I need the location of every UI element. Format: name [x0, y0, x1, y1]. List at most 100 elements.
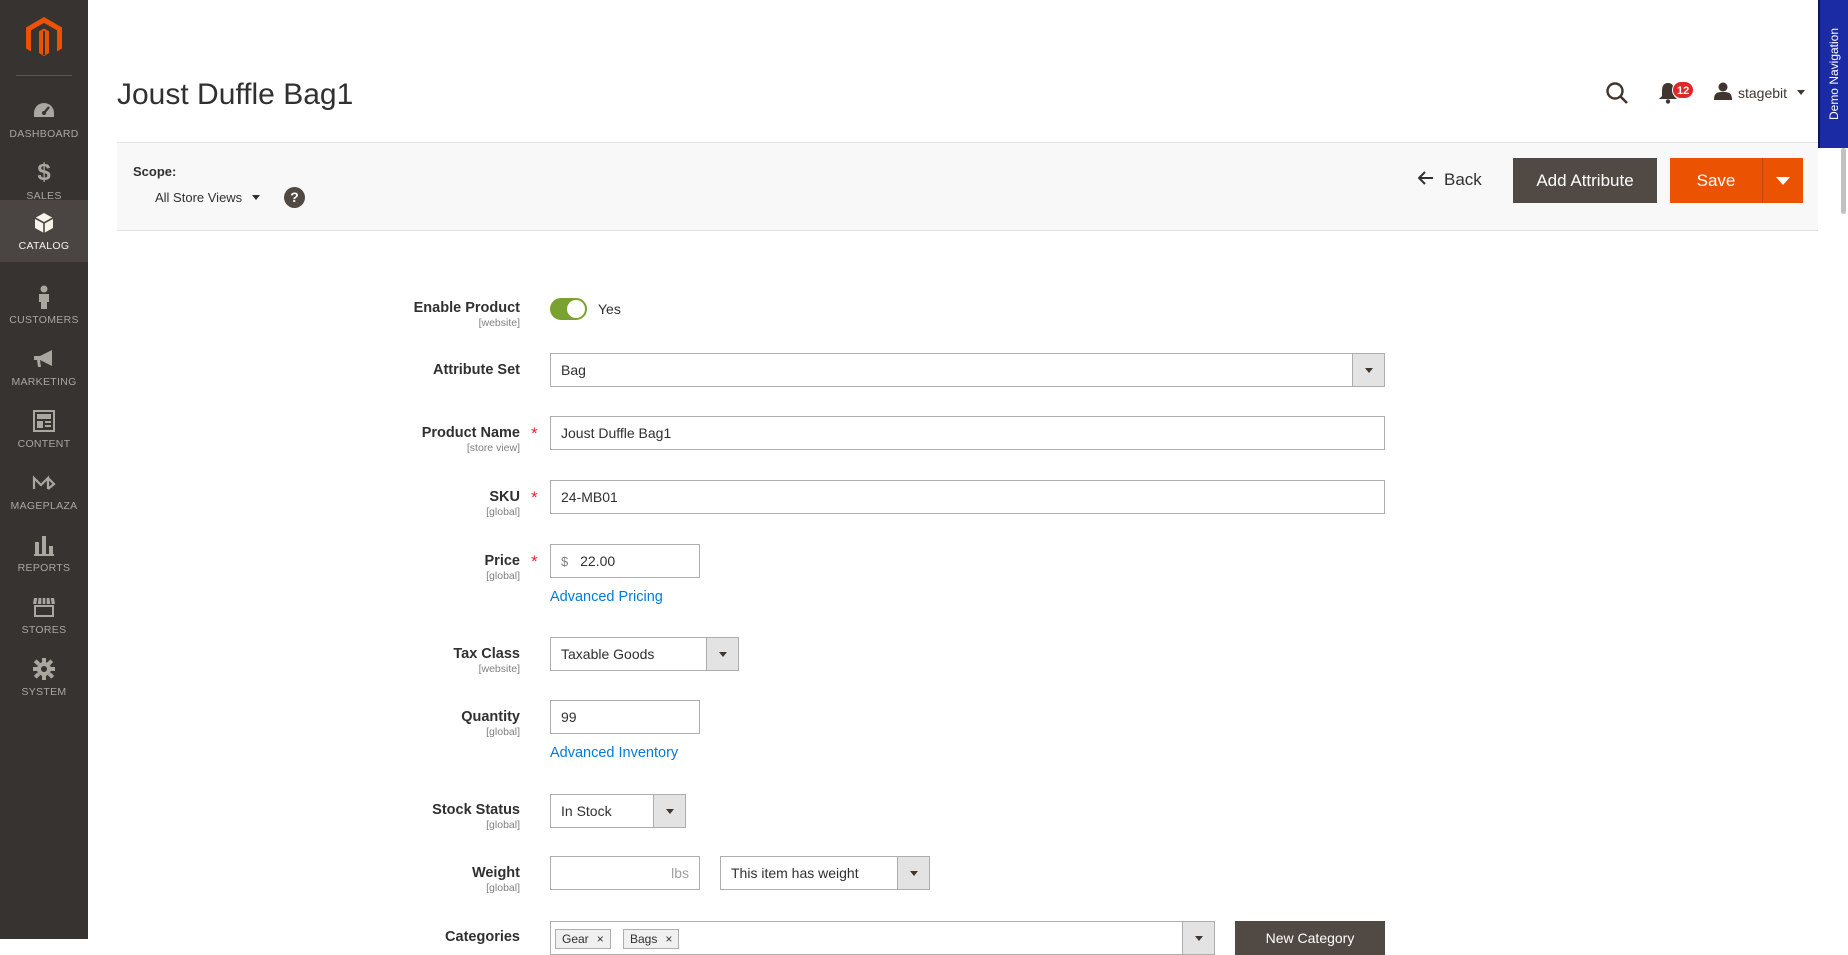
currency-symbol: $	[561, 554, 569, 569]
sidebar-item-content[interactable]: CONTENT	[0, 398, 88, 460]
category-tag-gear: Gear ×	[555, 929, 611, 949]
dashboard-icon	[31, 98, 57, 124]
page-title: Joust Duffle Bag1	[117, 78, 354, 111]
megaphone-icon	[31, 346, 57, 372]
sidebar-item-system[interactable]: SYSTEM	[0, 646, 88, 708]
chevron-down-icon	[718, 651, 727, 657]
chevron-down-icon	[909, 870, 918, 876]
enable-product-label: Enable Product	[413, 300, 520, 316]
search-icon[interactable]	[1605, 81, 1629, 105]
help-icon[interactable]: ?	[284, 187, 305, 208]
sidebar-item-label: CATALOG	[18, 240, 70, 252]
attribute-set-dropdown-arrow[interactable]	[1352, 354, 1384, 386]
categories-dropdown-arrow[interactable]	[1182, 922, 1214, 954]
user-icon	[1714, 82, 1732, 103]
attribute-set-value: Bag	[561, 362, 586, 378]
enable-product-toggle[interactable]	[550, 298, 587, 320]
chevron-down-icon	[252, 195, 261, 200]
remove-tag-icon[interactable]: ×	[597, 932, 604, 946]
mageplaza-icon	[31, 470, 57, 496]
price-input[interactable]: $ 22.00	[550, 544, 700, 578]
user-menu[interactable]: stagebit	[1714, 82, 1806, 103]
weight-scope: [global]	[486, 882, 520, 894]
weight-input[interactable]: lbs	[550, 856, 700, 890]
quantity-label: Quantity	[461, 709, 520, 725]
stock-status-dropdown-arrow[interactable]	[653, 795, 685, 827]
chevron-down-icon	[1797, 90, 1806, 95]
arrow-left-icon	[1417, 170, 1434, 190]
sidebar-item-reports[interactable]: REPORTS	[0, 522, 88, 584]
enable-product-value: Yes	[598, 301, 621, 317]
box-icon	[31, 210, 57, 236]
scrollbar[interactable]	[1841, 148, 1846, 214]
sidebar-item-label: SYSTEM	[21, 686, 67, 698]
admin-sidebar: DASHBOARD $ SALES CATALOG CUSTOMERS MARK…	[0, 0, 88, 939]
price-scope: [global]	[486, 570, 520, 582]
add-attribute-button[interactable]: Add Attribute	[1513, 158, 1657, 203]
quantity-input[interactable]: 99	[550, 700, 700, 734]
sidebar-item-label: DASHBOARD	[9, 128, 79, 140]
sidebar-item-marketing[interactable]: MARKETING	[0, 336, 88, 398]
gear-icon	[31, 656, 57, 682]
attribute-set-select[interactable]: Bag	[550, 353, 1385, 387]
weight-unit: lbs	[671, 865, 689, 881]
product-name-input[interactable]: Joust Duffle Bag1	[550, 416, 1385, 450]
demo-navigation-tab[interactable]: Demo Navigation	[1818, 0, 1848, 148]
stock-status-scope: [global]	[486, 819, 520, 831]
sidebar-item-mageplaza[interactable]: MAGEPLAZA	[0, 460, 88, 522]
chevron-down-icon	[1364, 367, 1373, 373]
store-icon	[31, 594, 57, 620]
tax-class-dropdown-arrow[interactable]	[706, 638, 738, 670]
chevron-down-icon	[665, 808, 674, 814]
chevron-down-icon	[1194, 935, 1203, 941]
weight-option-value: This item has weight	[731, 865, 859, 881]
person-icon	[31, 284, 57, 310]
sku-label: SKU	[489, 489, 520, 505]
category-tag-bags: Bags ×	[623, 929, 680, 949]
bar-chart-icon	[31, 532, 57, 558]
sidebar-item-label: REPORTS	[17, 562, 71, 574]
stock-status-select[interactable]: In Stock	[550, 794, 686, 828]
logo-divider	[16, 75, 72, 76]
required-marker: *	[531, 424, 538, 443]
categories-label: Categories	[445, 929, 520, 945]
demo-navigation-label: Demo Navigation	[1827, 27, 1842, 121]
back-button-label: Back	[1444, 170, 1482, 189]
product-name-scope: [store view]	[466, 442, 520, 454]
toggle-knob	[567, 300, 585, 318]
sidebar-item-label: MARKETING	[11, 376, 77, 388]
tax-class-select[interactable]: Taxable Goods	[550, 637, 739, 671]
magento-logo[interactable]	[0, 0, 88, 76]
content-icon	[31, 408, 57, 434]
advanced-pricing-link[interactable]: Advanced Pricing	[550, 589, 663, 605]
back-button[interactable]: Back	[1412, 158, 1488, 202]
username: stagebit	[1738, 84, 1788, 101]
required-marker: *	[531, 488, 538, 507]
advanced-inventory-link[interactable]: Advanced Inventory	[550, 745, 678, 761]
sidebar-item-catalog[interactable]: CATALOG	[0, 200, 88, 262]
weight-label: Weight	[471, 865, 520, 881]
sidebar-item-dashboard[interactable]: DASHBOARD	[0, 88, 88, 150]
product-name-label: Product Name	[421, 425, 520, 441]
dollar-icon: $	[37, 159, 51, 186]
required-marker: *	[531, 552, 538, 571]
sku-input[interactable]: 24-MB01	[550, 480, 1385, 514]
scope-label: Scope:	[133, 164, 177, 179]
enable-product-scope: [website]	[478, 317, 520, 329]
save-options-toggle[interactable]	[1762, 158, 1803, 203]
remove-tag-icon[interactable]: ×	[665, 932, 672, 946]
stock-status-value: In Stock	[561, 803, 612, 819]
tax-class-value: Taxable Goods	[561, 646, 655, 662]
save-button[interactable]: Save	[1670, 158, 1762, 203]
weight-option-select[interactable]: This item has weight	[720, 856, 930, 890]
category-tag-label: Gear	[562, 932, 589, 946]
new-category-button[interactable]: New Category	[1235, 921, 1385, 955]
stock-status-label: Stock Status	[432, 802, 520, 818]
notifications-badge[interactable]: 12	[1672, 81, 1695, 99]
weight-option-dropdown-arrow[interactable]	[897, 857, 929, 889]
category-tag-label: Bags	[630, 932, 658, 946]
sidebar-item-customers[interactable]: CUSTOMERS	[0, 274, 88, 336]
sidebar-item-stores[interactable]: STORES	[0, 584, 88, 646]
scope-switcher[interactable]: All Store Views	[155, 190, 261, 205]
price-value: 22.00	[580, 553, 616, 569]
